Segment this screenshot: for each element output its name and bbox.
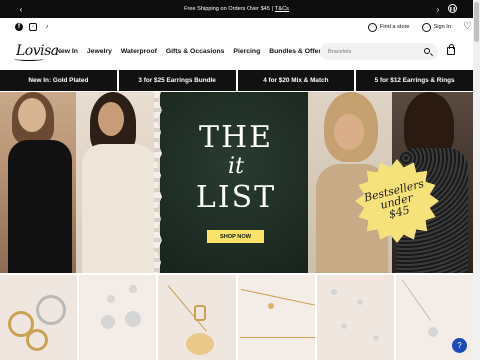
- nav-item-piercing[interactable]: Piercing: [233, 48, 260, 55]
- sign-in-label: Sign In: [433, 24, 451, 30]
- product-tile-earrings[interactable]: [79, 275, 157, 360]
- chat-help-icon[interactable]: ?: [452, 338, 467, 353]
- nav-item-new-in[interactable]: New In: [56, 48, 78, 55]
- shopping-bag-icon[interactable]: [447, 44, 455, 55]
- search-icon[interactable]: [424, 48, 430, 54]
- facebook-icon[interactable]: f: [15, 23, 23, 31]
- utility-bar: f ◦ ♪ Find a store Sign In ♡: [0, 18, 473, 38]
- user-icon: [421, 22, 431, 32]
- promo-earrings-rings[interactable]: 5 for $12 Earrings & Rings: [356, 70, 473, 91]
- nav-item-jewelry[interactable]: Jewelry: [87, 48, 112, 55]
- page-scrollbar[interactable]: [473, 0, 480, 360]
- hero-center-panel: THE it LIST SHOP NOW: [154, 92, 316, 273]
- hero-title-list: LIST: [195, 180, 277, 215]
- location-pin-icon: [368, 22, 377, 32]
- product-strip: [0, 275, 474, 360]
- search-input[interactable]: [328, 48, 423, 55]
- model-photo-black-dress: [0, 92, 82, 273]
- hero-title-it: it: [228, 154, 244, 179]
- product-tile-bracelet[interactable]: [237, 275, 315, 360]
- instagram-icon[interactable]: ◦: [29, 23, 37, 31]
- nav-item-gifts[interactable]: Gifts & Occasions: [166, 48, 225, 55]
- search-box: [320, 43, 438, 60]
- badge-text: Bestsellers under $45: [363, 177, 430, 225]
- terms-link[interactable]: T&Cs: [275, 6, 289, 12]
- hero-title-the: THE: [198, 120, 274, 155]
- wishlist-heart-icon[interactable]: ♡: [463, 22, 472, 32]
- logo[interactable]: Lovisa: [14, 43, 59, 61]
- promo-new-in[interactable]: New In: Gold Plated: [0, 70, 117, 91]
- utility-links: Find a store Sign In ♡: [368, 22, 472, 32]
- bestsellers-badge[interactable]: Bestsellers under $45: [355, 159, 439, 243]
- find-store-link[interactable]: Find a store: [368, 22, 410, 32]
- promo-strip: New In: Gold Plated 3 for $25 Earrings B…: [0, 70, 473, 91]
- tiktok-icon[interactable]: ♪: [43, 23, 51, 31]
- social-links: f ◦ ♪: [15, 23, 51, 31]
- announcement-bar: ‹ Free Shipping on Orders Over $45 | T&C…: [0, 0, 473, 18]
- chevron-right-icon[interactable]: ›: [431, 0, 445, 18]
- hero-banner[interactable]: THE it LIST SHOP NOW Bestsellers under $…: [0, 92, 473, 273]
- product-tile-studs[interactable]: [316, 275, 394, 360]
- pause-icon[interactable]: ❚❚: [448, 4, 457, 13]
- nav-item-bundles[interactable]: Bundles & Offers: [269, 48, 325, 55]
- main-navigation: Lovisa New In Jewelry Waterproof Gifts &…: [0, 38, 473, 68]
- chevron-left-icon[interactable]: ‹: [14, 0, 28, 18]
- model-photo-cream-top: [76, 92, 164, 273]
- promo-earrings-bundle[interactable]: 3 for $25 Earrings Bundle: [118, 70, 236, 91]
- find-store-label: Find a store: [380, 24, 410, 30]
- product-tile-rings[interactable]: [0, 275, 78, 360]
- promo-mix-match[interactable]: 4 for $20 Mix & Match: [237, 70, 355, 91]
- sign-in-link[interactable]: Sign In: [421, 22, 451, 32]
- product-tile-pendant[interactable]: [158, 275, 236, 360]
- nav-item-waterproof[interactable]: Waterproof: [121, 48, 157, 55]
- announcement-text: Free Shipping on Orders Over $45 |: [184, 6, 273, 12]
- logo-swoosh: [14, 57, 44, 61]
- shop-now-button[interactable]: SHOP NOW: [207, 230, 264, 243]
- nav-menu: New In Jewelry Waterproof Gifts & Occasi…: [56, 48, 334, 55]
